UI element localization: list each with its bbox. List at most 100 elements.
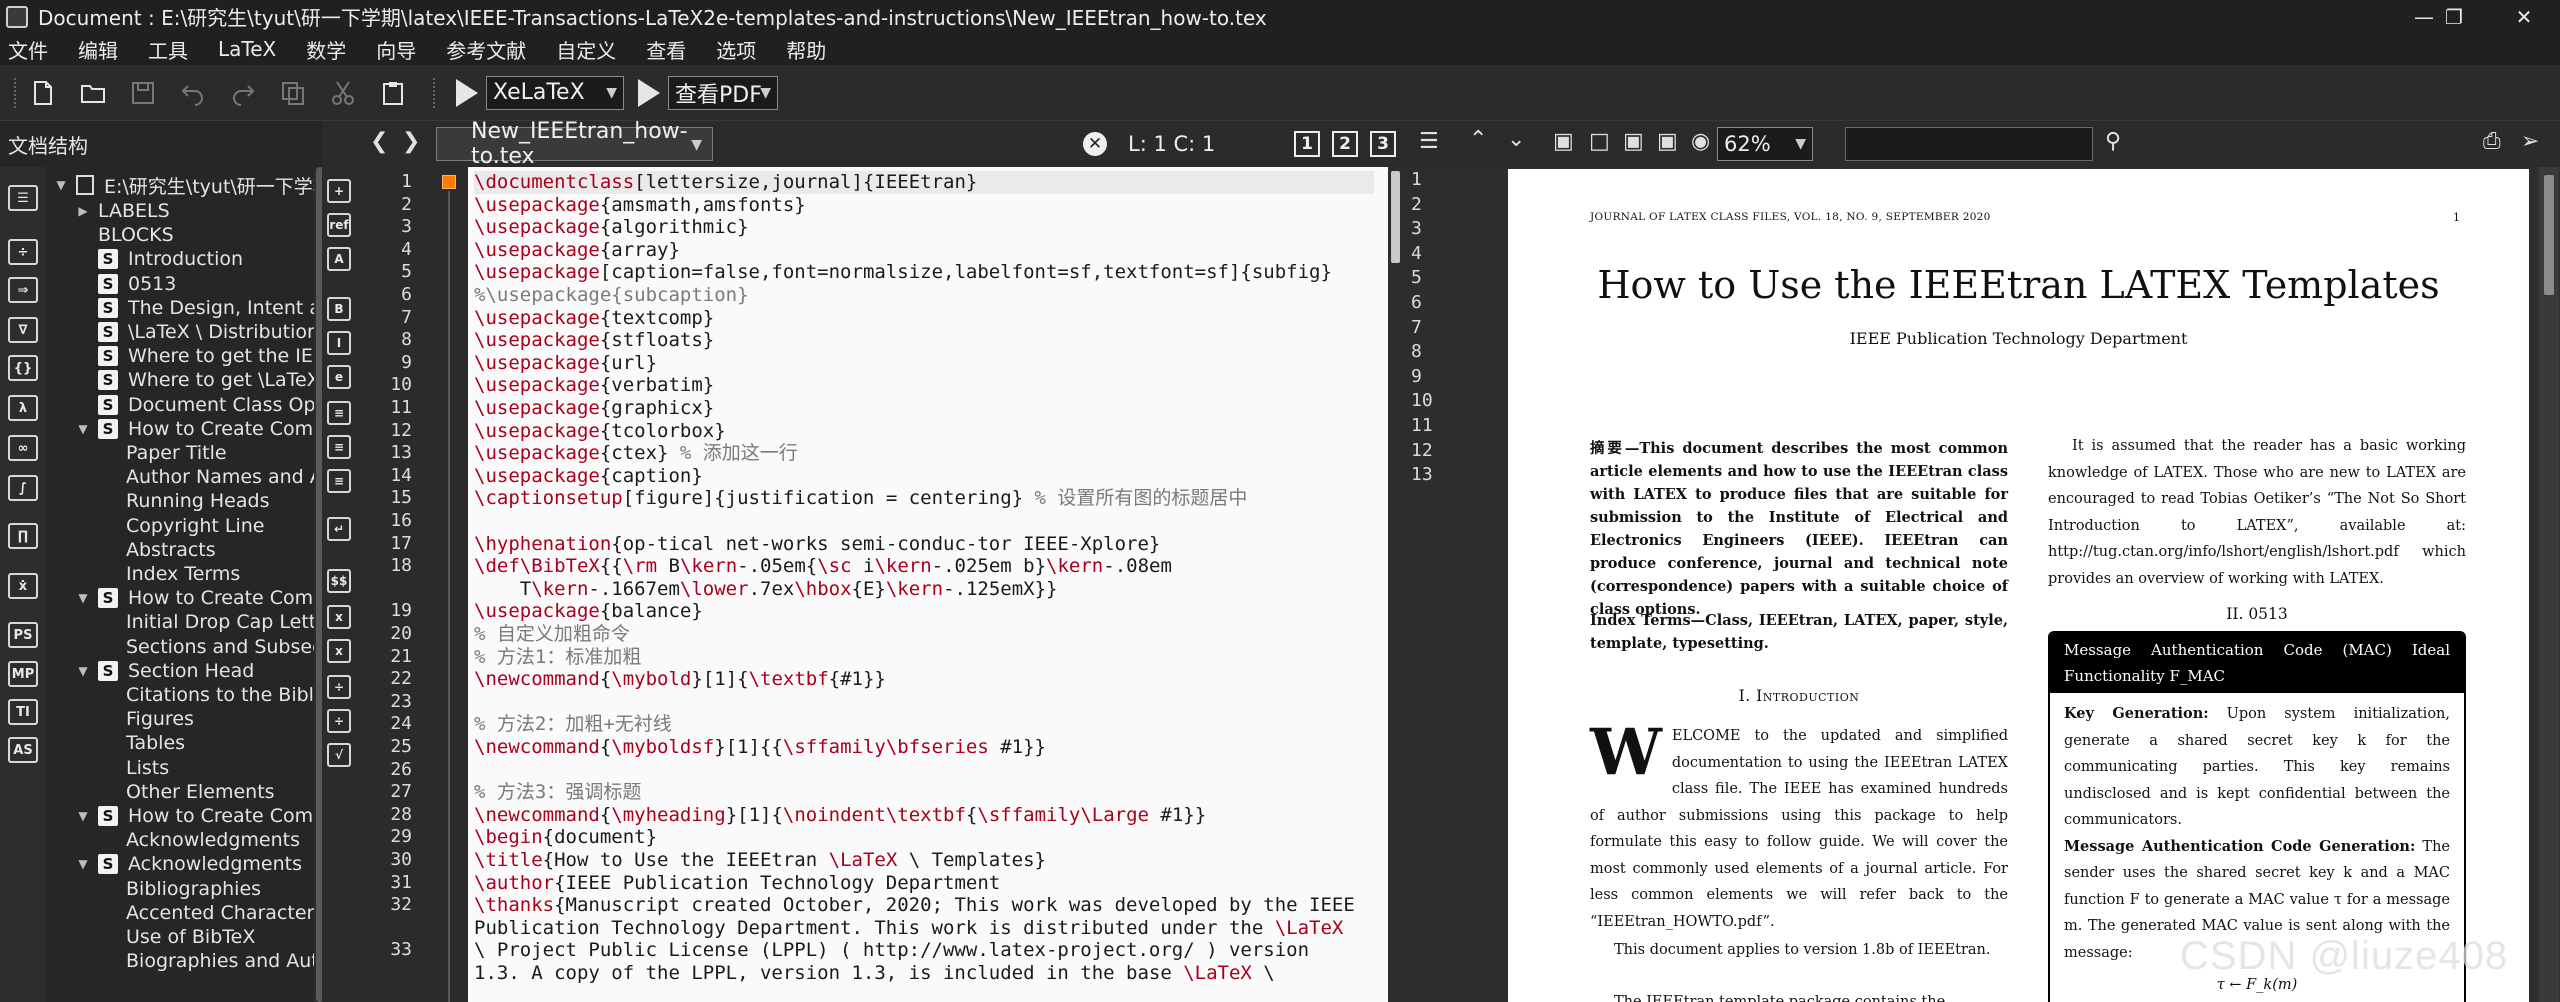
cut-icon[interactable]: [325, 75, 361, 111]
tree-item[interactable]: Abstracts: [104, 538, 216, 562]
tree-item[interactable]: Citations to the Bibliography: [104, 683, 314, 707]
menu-math[interactable]: 数学: [306, 35, 346, 64]
menu-view[interactable]: 查看: [646, 35, 686, 64]
tree-item[interactable]: ▶ LABELS: [76, 199, 169, 223]
tree-item[interactable]: S Where to get the IEEEtran: [76, 344, 314, 368]
emph-icon[interactable]: e: [327, 365, 351, 389]
pin-icon[interactable]: ➢: [2521, 129, 2539, 154]
close-window-button[interactable]: ✕: [2490, 0, 2558, 33]
chevron-down-icon[interactable]: ▼: [76, 422, 90, 436]
save-icon[interactable]: [125, 75, 161, 111]
newline-icon[interactable]: ↵: [327, 517, 351, 541]
chevron-down-icon[interactable]: ⌄: [1507, 127, 1525, 152]
code-line[interactable]: \usepackage{balance}: [474, 600, 703, 623]
tree-item[interactable]: Sections and Subsections: [104, 635, 314, 659]
pdf-viewer[interactable]: JOURNAL OF LATEX CLASS FILES, VOL. 18, N…: [1475, 167, 2560, 1002]
code-line[interactable]: \hyphenation{op-tical net-works semi-con…: [474, 533, 1160, 556]
fit-width-icon[interactable]: ▣: [1553, 129, 1574, 154]
align-center-icon[interactable]: ≡: [327, 435, 351, 459]
tree-item[interactable]: BLOCKS: [76, 223, 174, 247]
code-line[interactable]: 1.3. A copy of the LPPL, version 1.3, is…: [474, 962, 1275, 985]
code-line[interactable]: \usepackage{caption}: [474, 465, 703, 488]
chevron-up-icon[interactable]: ⌃: [1469, 127, 1487, 152]
search-icon[interactable]: ⚲: [2105, 129, 2121, 154]
chevron-down-icon[interactable]: ▼: [76, 664, 90, 678]
subscript-icon[interactable]: x: [327, 605, 351, 629]
fraction-icon[interactable]: ÷: [327, 675, 351, 699]
code-line[interactable]: \usepackage{tcolorbox}: [474, 420, 726, 443]
code-line[interactable]: % 方法2：加粗+无衬线: [474, 713, 672, 736]
tree-item[interactable]: Author Names and Affiliations: [104, 465, 314, 489]
accent-icon[interactable]: ẋ: [8, 573, 38, 599]
code-line[interactable]: % 自定义加粗命令: [474, 623, 630, 646]
code-line[interactable]: \def\BibTeX{{\rm B\kern-.05em{\sc i\kern…: [474, 555, 1172, 578]
menu-options[interactable]: 选项: [716, 35, 756, 64]
code-line[interactable]: \usepackage{verbatim}: [474, 374, 714, 397]
tree-item[interactable]: Accented Characters: [104, 901, 314, 925]
zoom-select[interactable]: 62% ▼: [1717, 127, 1813, 161]
chevron-down-icon[interactable]: ▼: [76, 809, 90, 823]
structure-list-icon[interactable]: ☰: [8, 185, 38, 211]
view-3-button[interactable]: 3: [1370, 131, 1396, 157]
math-mode-icon[interactable]: $$: [327, 569, 351, 593]
close-document-icon[interactable]: ✕: [1083, 132, 1107, 156]
code-line[interactable]: \captionsetup[figure]{justification = ce…: [474, 487, 1247, 510]
metapost-icon[interactable]: MP: [8, 661, 38, 687]
tree-item[interactable]: Other Elements: [104, 780, 275, 804]
structure-toggle-icon[interactable]: ☰: [1419, 129, 1439, 154]
code-line[interactable]: \newcommand{\myboldsf}[1]{{\sffamily\bfs…: [474, 736, 1046, 759]
code-line[interactable]: \usepackage{textcomp}: [474, 307, 714, 330]
pdf-scroll-thumb[interactable]: [2544, 175, 2554, 295]
code-line[interactable]: \usepackage{stfloats}: [474, 329, 714, 352]
chevron-down-icon[interactable]: ▼: [76, 857, 90, 871]
tree-item[interactable]: Figures: [104, 707, 194, 731]
tree-item[interactable]: Lists: [104, 756, 169, 780]
operator-icon[interactable]: ∫: [8, 475, 38, 501]
redo-icon[interactable]: [225, 75, 261, 111]
code-line[interactable]: %\usepackage{subcaption}: [474, 284, 749, 307]
code-line[interactable]: \author{IEEE Publication Technology Depa…: [474, 872, 1000, 895]
tree-item[interactable]: Running Heads: [104, 489, 269, 513]
integral-icon[interactable]: ∏: [8, 523, 38, 549]
dfrac-icon[interactable]: ÷: [327, 709, 351, 733]
asymptote-icon[interactable]: AS: [8, 737, 38, 763]
tree-item[interactable]: Index Terms: [104, 562, 240, 586]
menu-user[interactable]: 自定义: [556, 35, 616, 64]
view-2-button[interactable]: 2: [1332, 131, 1358, 157]
code-line[interactable]: \title{How to Use the IEEEtran \LaTeX \ …: [474, 849, 1046, 872]
code-line[interactable]: \usepackage{ctex} % 添加这一行: [474, 442, 798, 465]
compiler-select[interactable]: XeLaTeX ▼: [486, 75, 624, 110]
copy-icon[interactable]: [275, 75, 311, 111]
tree-item[interactable]: Tables: [104, 731, 185, 755]
document-tab-select[interactable]: New_IEEEtran_how-to.tex ▼: [436, 119, 713, 169]
viewer-select[interactable]: 查看PDF ▼: [668, 75, 778, 110]
chevron-right-icon[interactable]: ❯: [402, 129, 420, 154]
delimiter-icon[interactable]: {}: [8, 355, 38, 381]
editor-scroll-thumb[interactable]: [1391, 171, 1400, 263]
editor-scrollbar[interactable]: [1388, 167, 1403, 1002]
tikz-icon[interactable]: TI: [8, 699, 38, 725]
new-file-icon[interactable]: [25, 75, 61, 111]
tree-item[interactable]: Bibliographies: [104, 877, 261, 901]
greek-icon[interactable]: λ: [8, 395, 38, 421]
arrow-icon[interactable]: ⇒: [8, 277, 38, 303]
code-line[interactable]: \documentclass[lettersize,journal]{IEEEt…: [474, 171, 1374, 194]
pdf-search-input[interactable]: [1845, 127, 2093, 161]
tree-item[interactable]: S \LaTeX \ Distributions: [76, 320, 314, 344]
ref-icon[interactable]: ref: [327, 213, 351, 237]
code-line[interactable]: \ Project Public License (LPPL) ( http:/…: [474, 939, 1309, 962]
fit-page-icon[interactable]: □: [1589, 129, 1610, 154]
code-line[interactable]: \usepackage[caption=false,font=normalsiz…: [474, 261, 1332, 284]
menu-help[interactable]: 帮助: [786, 35, 826, 64]
view-1-button[interactable]: 1: [1294, 131, 1320, 157]
tree-item[interactable]: Paper Title: [104, 441, 227, 465]
tree-item[interactable]: Biographies and Author: [104, 949, 314, 973]
menu-latex[interactable]: LaTeX: [218, 37, 276, 61]
chevron-right-icon[interactable]: ▶: [76, 204, 90, 218]
relation-icon[interactable]: ÷: [8, 239, 38, 265]
pstricks-icon[interactable]: PS: [8, 622, 38, 648]
tree-item[interactable]: Acknowledgments: [104, 828, 300, 852]
code-line[interactable]: T\kern-.1667em\lower.7ex\hbox{E}\kern-.1…: [474, 578, 1058, 601]
chevron-down-icon[interactable]: ▼: [76, 591, 90, 605]
zoom-out-icon[interactable]: ▣: [1657, 129, 1678, 154]
